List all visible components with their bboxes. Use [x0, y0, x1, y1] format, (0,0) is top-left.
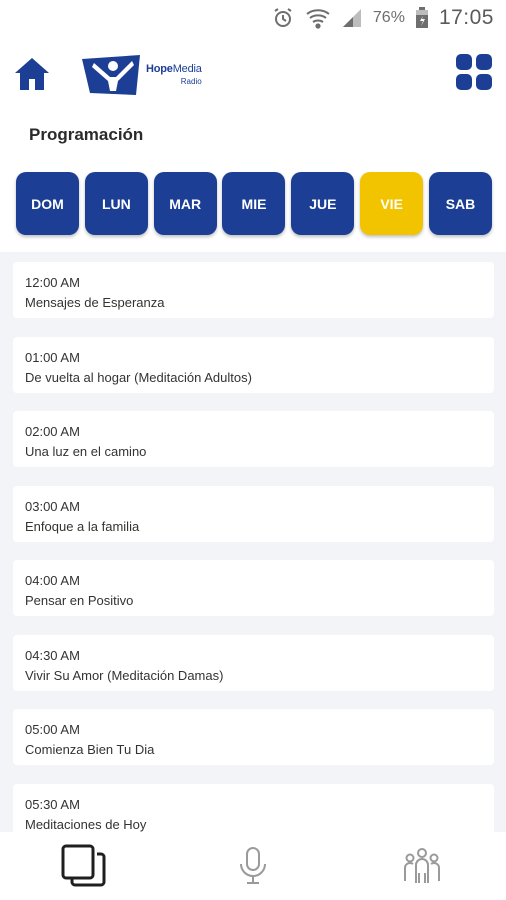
grid-menu-icon [456, 54, 472, 70]
app-header: HopeMedia Radio [0, 42, 506, 106]
day-tab-dom[interactable]: DOM [16, 172, 79, 235]
logo-mark-icon [82, 55, 140, 95]
status-bar: 76% 17:05 [0, 0, 506, 36]
home-button[interactable] [12, 54, 52, 94]
schedule-pages-icon [61, 844, 106, 887]
schedule-item-time: 01:00 AM [25, 349, 80, 365]
schedule-list[interactable]: 12:00 AM Mensajes de Esperanza 01:00 AM De … [0, 252, 506, 832]
logo-brand-media: Media [172, 63, 202, 75]
day-tab-mie[interactable]: MIE [222, 172, 286, 235]
day-tab-jue[interactable]: JUE [291, 172, 355, 235]
nav-live-radio[interactable] [169, 832, 338, 900]
logo-brand-hope: Hope [146, 63, 173, 75]
microphone-icon [240, 847, 266, 884]
schedule-item[interactable]: 04:30 AM Vivir Su Amor (Meditación Damas) [13, 634, 494, 691]
schedule-item[interactable]: 02:00 AM Una luz en el camino [13, 411, 494, 467]
schedule-item-title: Vivir Su Amor (Meditación Damas) [25, 667, 224, 683]
signal-icon [341, 7, 363, 29]
home-icon [15, 58, 49, 90]
nav-schedule[interactable] [0, 832, 169, 900]
schedule-item-title: Enfoque a la familia [25, 518, 140, 534]
day-tab-sab[interactable]: SAB [428, 172, 492, 235]
schedule-item-time: 05:00 AM [25, 722, 80, 737]
day-tab-vie[interactable]: VIE [360, 172, 424, 235]
schedule-item-title: Meditaciones de Hoy [25, 816, 147, 832]
day-tab-mar[interactable]: MAR [153, 172, 217, 235]
nav-community[interactable] [337, 832, 506, 900]
schedule-item-time: 02:00 AM [25, 424, 80, 439]
logo-subtitle: Radio [180, 77, 202, 86]
battery-icon [415, 7, 429, 29]
grid-menu-icon [476, 74, 492, 90]
schedule-item[interactable]: 12:00 AM Mensajes de Esperanza [13, 262, 494, 318]
day-tab-lun[interactable]: LUN [84, 172, 148, 235]
schedule-item-title: Una luz en el camino [25, 444, 147, 459]
schedule-item[interactable]: 01:00 AM De vuelta al hogar (Meditación A… [13, 336, 494, 393]
schedule-item[interactable]: 05:30 AM Meditaciones de Hoy [13, 783, 494, 832]
schedule-item-time: 12:00 AM [25, 275, 80, 290]
battery-percentage: 76% [372, 9, 405, 26]
schedule-item-time: 03:00 AM [25, 498, 80, 514]
schedule-item-title: De vuelta al hogar (Meditación Adultos) [25, 369, 252, 385]
schedule-item-title: Comienza Bien Tu Dia [25, 742, 155, 757]
wifi-icon [305, 6, 331, 30]
community-people-icon [403, 848, 440, 883]
schedule-item[interactable]: 03:00 AM Enfoque a la familia [13, 485, 494, 542]
schedule-item-title: Pensar en Positivo [25, 593, 134, 608]
schedule-item[interactable]: 04:00 AM Pensar en Positivo [13, 560, 494, 616]
schedule-item[interactable]: 05:00 AM Comienza Bien Tu Dia [13, 709, 494, 765]
clock: 17:05 [438, 6, 494, 29]
page-title: Programación [29, 125, 144, 144]
bottom-nav [0, 832, 506, 900]
schedule-item-time: 04:30 AM [25, 647, 80, 663]
grid-menu-icon [456, 74, 472, 90]
hope-media-logo: HopeMedia Radio [80, 52, 220, 98]
grid-menu-button[interactable] [456, 54, 494, 92]
schedule-item-time: 04:00 AM [25, 573, 80, 588]
schedule-item-time: 05:30 AM [25, 796, 80, 812]
alarm-icon [271, 6, 295, 30]
grid-menu-icon [476, 54, 492, 70]
schedule-item-title: Mensajes de Esperanza [25, 295, 165, 310]
day-selector: DOM LUN MAR MIE JUE VIE SAB [16, 172, 492, 236]
